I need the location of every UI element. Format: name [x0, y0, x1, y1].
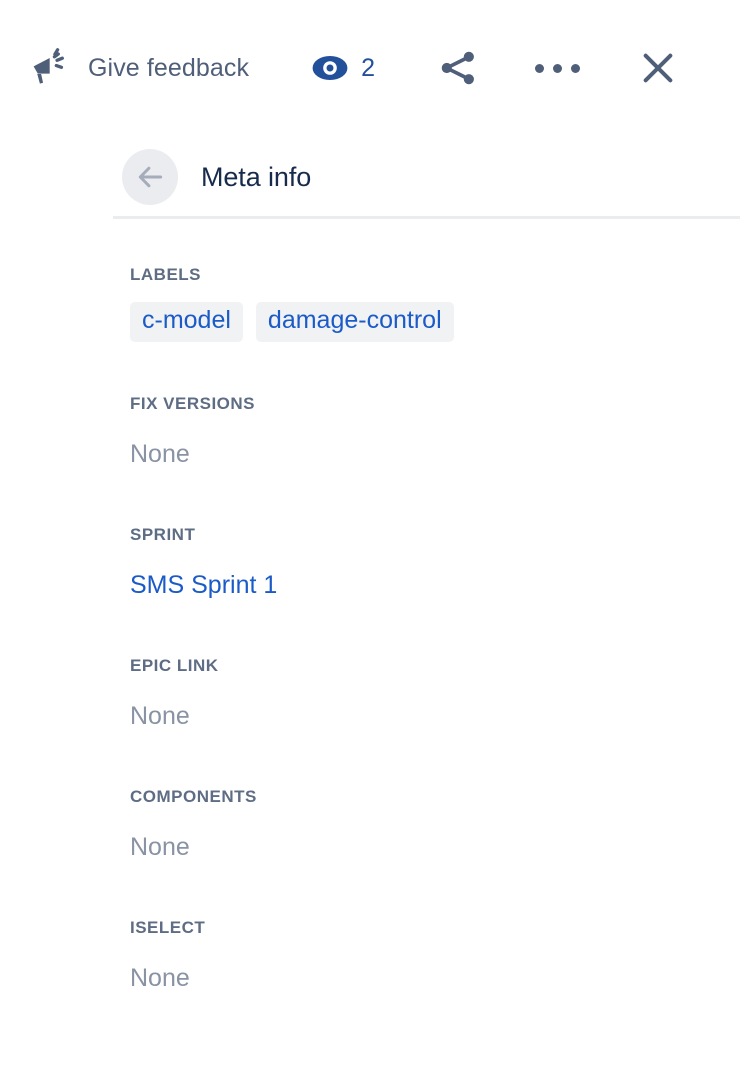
more-options-button[interactable] [535, 63, 581, 73]
labels-chip-list: c-model damage-control [130, 283, 740, 373]
page-title: Meta info [201, 161, 312, 192]
field-label-epic-link: EPIC LINK [130, 656, 219, 675]
field-label-sprint: SPRINT [130, 525, 196, 544]
field-label-iselect: ISELECT [130, 918, 206, 937]
arrow-left-icon [134, 161, 166, 193]
watchers-button[interactable]: 2 [311, 49, 375, 87]
field-iselect: ISELECT None [130, 897, 740, 1028]
field-value-sprint-link[interactable]: SMS Sprint 1 [130, 543, 740, 635]
field-label-labels: LABELS [130, 265, 201, 284]
give-feedback-label: Give feedback [88, 53, 250, 82]
field-labels: LABELS c-model damage-control [130, 244, 740, 373]
more-dot-1 [535, 63, 545, 73]
field-epic-link: EPIC LINK None [130, 635, 740, 766]
field-sprint: SPRINT SMS Sprint 1 [130, 504, 740, 635]
label-chip[interactable]: damage-control [255, 302, 454, 342]
more-dot-3 [571, 63, 581, 73]
field-value-iselect: None [130, 964, 190, 992]
megaphone-icon [28, 47, 70, 89]
meta-info-fields: LABELS c-model damage-control FIX VERSIO… [0, 219, 740, 1028]
field-value-epic-link: None [130, 702, 190, 730]
close-button[interactable] [638, 48, 678, 88]
panel-header: Meta info [0, 147, 740, 207]
field-value-components: None [130, 833, 190, 861]
watchers-count: 2 [361, 53, 376, 82]
give-feedback-button[interactable]: Give feedback [28, 47, 249, 89]
more-dot-2 [553, 63, 563, 73]
label-chip[interactable]: c-model [130, 302, 243, 342]
eye-icon [311, 49, 349, 87]
field-label-fix-versions: FIX VERSIONS [130, 394, 256, 413]
field-components: COMPONENTS None [130, 766, 740, 897]
back-button[interactable] [122, 149, 178, 205]
field-label-components: COMPONENTS [130, 787, 257, 806]
field-value-fix-versions: None [130, 440, 190, 468]
top-toolbar: Give feedback 2 [0, 0, 740, 136]
share-button[interactable] [437, 47, 479, 89]
share-icon [437, 47, 479, 89]
close-icon [638, 48, 678, 88]
field-fix-versions: FIX VERSIONS None [130, 373, 740, 504]
